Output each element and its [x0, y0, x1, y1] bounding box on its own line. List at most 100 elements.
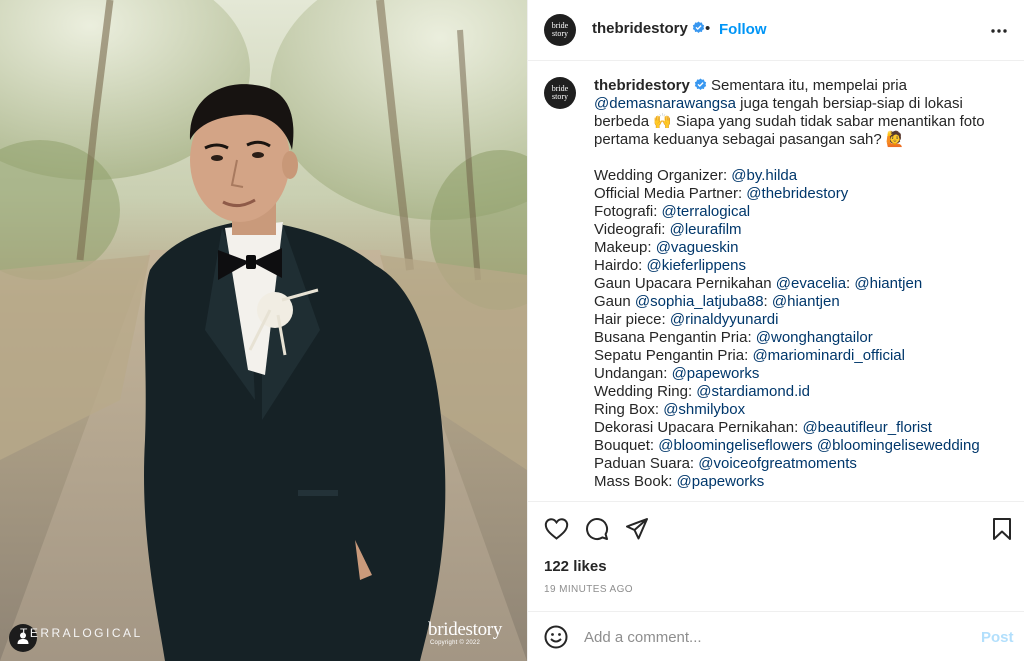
- heart-icon[interactable]: [544, 517, 569, 541]
- likes-count[interactable]: 122 likes: [544, 558, 607, 575]
- credit-line: Paduan Suara: @voiceofgreatmoments: [594, 455, 1004, 473]
- mention-link[interactable]: @demasnarawangsa: [594, 95, 736, 112]
- groom-photo-illustration: [0, 0, 527, 661]
- mention-link[interactable]: @shmilybox: [663, 401, 745, 418]
- caption-line: berbeda 🙌 Siapa yang sudah tidak sabar m…: [594, 113, 985, 130]
- credit-separator: :: [763, 293, 772, 310]
- brand-watermark-name: bridestory: [428, 619, 503, 640]
- credit-line: Ring Box: @shmilybox: [594, 401, 1004, 419]
- mention-link[interactable]: @by.hilda: [731, 167, 797, 184]
- credit-line: Gaun Upacara Pernikahan @evacelia: @hian…: [594, 275, 1004, 293]
- credit-line: Bouquet: @bloomingeliseflowers @blooming…: [594, 437, 1004, 455]
- post-caption: thebridestory Sementara itu, mempelai pr…: [594, 77, 1004, 491]
- credit-line: Busana Pengantin Pria: @wonghangtailor: [594, 329, 1004, 347]
- mention-link[interactable]: @bloomingeliseflowers: [658, 437, 812, 454]
- caption-username[interactable]: thebridestory: [594, 77, 690, 94]
- credit-line: Wedding Organizer: @by.hilda: [594, 167, 1004, 185]
- mention-link[interactable]: @papeworks: [677, 473, 765, 490]
- credit-label: Mass Book:: [594, 473, 677, 490]
- credit-line: Wedding Ring: @stardiamond.id: [594, 383, 1004, 401]
- credit-line: Official Media Partner: @thebridestory: [594, 185, 1004, 203]
- follow-button[interactable]: Follow: [719, 21, 767, 38]
- credit-label: Ring Box:: [594, 401, 664, 418]
- mention-link[interactable]: @evacelia: [776, 275, 846, 292]
- credit-label: Undangan:: [594, 365, 672, 382]
- credit-line: Hairdo: @kieferlippens: [594, 257, 1004, 275]
- credit-label: Dekorasi Upacara Pernikahan:: [594, 419, 803, 436]
- more-options-icon[interactable]: [990, 22, 1008, 40]
- caption-avatar[interactable]: bride story: [544, 77, 576, 109]
- mention-link[interactable]: @thebridestory: [746, 185, 848, 202]
- comment-input[interactable]: [584, 627, 964, 647]
- post-timestamp[interactable]: 19 MINUTES AGO: [544, 584, 633, 595]
- comment-bar: Post: [528, 611, 1024, 661]
- brand-watermark: bridestory Copyright © 2022: [428, 619, 503, 647]
- credit-line: Fotografi: @terralogical: [594, 203, 1004, 221]
- post-actions: 122 likes 19 MINUTES AGO: [528, 501, 1024, 611]
- credit-label: Sepatu Pengantin Pria:: [594, 347, 753, 364]
- mention-link[interactable]: @hiantjen: [772, 293, 840, 310]
- mention-link[interactable]: @hiantjen: [854, 275, 922, 292]
- avatar-text-line2: story: [552, 29, 568, 38]
- credit-line: Makeup: @vagueskin: [594, 239, 1004, 257]
- credit-label: Paduan Suara:: [594, 455, 699, 472]
- caption-line: @demasnarawangsa juga tengah bersiap-sia…: [594, 95, 1004, 113]
- credit-label: Gaun Upacara Pernikahan: [594, 275, 776, 292]
- caption-text: juga tengah bersiap-siap di lokasi: [735, 95, 963, 112]
- mention-link[interactable]: @sophia_latjuba88: [635, 293, 764, 310]
- username-link[interactable]: thebridestory: [592, 20, 705, 37]
- credit-label: Videografi:: [594, 221, 670, 238]
- separator-dot: •: [705, 20, 711, 37]
- mention-link[interactable]: @voiceofgreatmoments: [698, 455, 857, 472]
- verified-badge-icon: [694, 78, 707, 90]
- avatar-text-line2: story: [552, 92, 568, 101]
- credit-line: Sepatu Pengantin Pria: @mariominardi_off…: [594, 347, 1004, 365]
- emoji-icon[interactable]: [544, 625, 568, 649]
- mention-link[interactable]: @stardiamond.id: [696, 383, 810, 400]
- mention-link[interactable]: @beautifleur_florist: [802, 419, 931, 436]
- mention-link[interactable]: @vagueskin: [656, 239, 739, 256]
- credit-label: Fotografi:: [594, 203, 662, 220]
- username-text: thebridestory: [592, 20, 688, 37]
- share-icon[interactable]: [625, 517, 649, 541]
- post-details-panel: bride story thebridestory • Follow bride…: [527, 0, 1024, 661]
- mention-link[interactable]: @kieferlippens: [647, 257, 746, 274]
- caption-line: pertama keduanya sebagai pasangan sah? 🙋: [594, 131, 905, 148]
- credits-list: Wedding Organizer: @by.hilda Official Med…: [594, 167, 1004, 491]
- credit-label: Hair piece:: [594, 311, 670, 328]
- credit-line: Hair piece: @rinaldyyunardi: [594, 311, 1004, 329]
- credit-label: Busana Pengantin Pria:: [594, 329, 756, 346]
- mention-link[interactable]: @rinaldyyunardi: [670, 311, 779, 328]
- credit-label: Gaun: [594, 293, 635, 310]
- credit-line: Dekorasi Upacara Pernikahan: @beautifleu…: [594, 419, 1004, 437]
- caption-scroll-area[interactable]: bride story thebridestory Sementara itu,…: [528, 61, 1024, 501]
- caption-line: thebridestory Sementara itu, mempelai pr…: [594, 77, 1004, 95]
- mention-link[interactable]: @terralogical: [662, 203, 751, 220]
- avatar[interactable]: bride story: [544, 14, 576, 46]
- credit-line: Mass Book: @papeworks: [594, 473, 1004, 491]
- credit-label: Bouquet:: [594, 437, 659, 454]
- credit-label: Makeup:: [594, 239, 656, 256]
- mention-link[interactable]: @leurafilm: [670, 221, 742, 238]
- credit-label: Wedding Ring:: [594, 383, 697, 400]
- comment-icon[interactable]: [585, 517, 609, 541]
- photographer-watermark: TERRALOGICAL: [20, 626, 143, 640]
- credit-line: Gaun @sophia_latjuba88: @hiantjen: [594, 293, 1004, 311]
- post-comment-button[interactable]: Post: [981, 629, 1014, 646]
- verified-badge-icon: [692, 21, 705, 33]
- credit-label: Official Media Partner:: [594, 185, 747, 202]
- mention-link[interactable]: @wonghangtailor: [756, 329, 873, 346]
- brand-watermark-copyright: Copyright © 2022: [430, 640, 480, 646]
- mention-link[interactable]: @papeworks: [672, 365, 760, 382]
- credit-line: Videografi: @leurafilm: [594, 221, 1004, 239]
- post-photo[interactable]: TERRALOGICAL bridestory Copyright © 2022: [0, 0, 527, 661]
- credit-line: Undangan: @papeworks: [594, 365, 1004, 383]
- credit-label: Hairdo:: [594, 257, 647, 274]
- credit-label: Wedding Organizer:: [594, 167, 732, 184]
- mention-link[interactable]: @bloomingelisewedding: [817, 437, 980, 454]
- caption-text: Sementara itu, mempelai pria: [706, 77, 907, 94]
- bookmark-icon[interactable]: [991, 517, 1013, 541]
- mention-link[interactable]: @mariominardi_official: [752, 347, 905, 364]
- post-header: bride story thebridestory • Follow: [528, 0, 1024, 61]
